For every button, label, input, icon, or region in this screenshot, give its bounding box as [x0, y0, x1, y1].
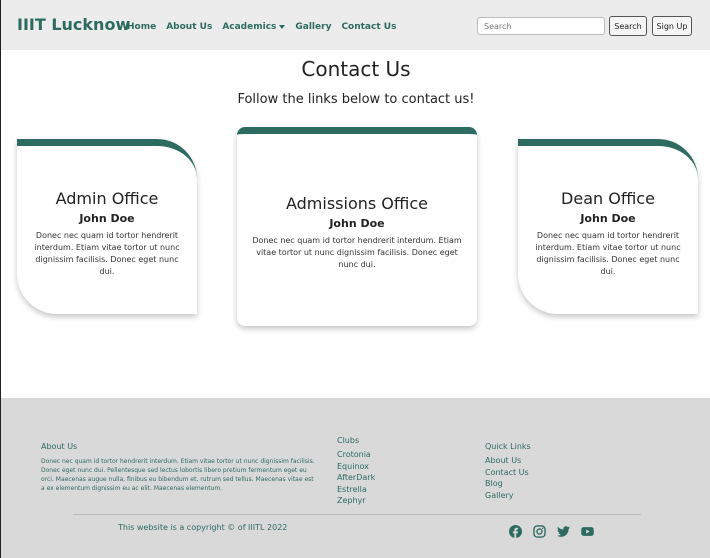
sign-up-button[interactable]: Sign Up: [652, 16, 692, 36]
nav-contact-us[interactable]: Contact Us: [341, 22, 396, 32]
footer-about: About Us Donec nec quam id tortor hendre…: [41, 442, 319, 493]
card-title: Admin Office: [55, 189, 159, 208]
footer-divider: [73, 514, 641, 515]
footer-links-heading: Quick Links: [485, 442, 531, 451]
nav-academics-dropdown[interactable]: Academics: [222, 22, 286, 32]
quick-link[interactable]: Gallery: [485, 490, 531, 502]
footer-clubs-heading: Clubs: [337, 436, 360, 445]
footer-quick-links: Quick Links About Us Contact Us Blog Gal…: [485, 442, 531, 501]
footer-clubs-list: Crotonia Equinox AfterDark Estrella Zeph…: [337, 449, 375, 507]
search-button[interactable]: Search: [609, 16, 647, 36]
nav-home[interactable]: Home: [127, 22, 156, 32]
page-title: Contact Us: [301, 57, 411, 81]
card-title: Dean Office: [561, 189, 655, 208]
footer-about-heading: About Us: [41, 442, 78, 451]
club-link[interactable]: Crotonia: [337, 449, 375, 461]
page: IIIT Lucknow Home About Us Academics Gal…: [0, 0, 710, 558]
club-link[interactable]: AfterDark: [337, 472, 375, 484]
card-text: Donec nec quam id tortor hendrerit inter…: [34, 231, 180, 276]
nav-gallery[interactable]: Gallery: [295, 22, 331, 32]
card-name: John Doe: [329, 217, 385, 230]
footer: About Us Donec nec quam id tortor hendre…: [1, 398, 710, 558]
search-input[interactable]: [477, 17, 605, 35]
quick-link[interactable]: Contact Us: [485, 467, 531, 479]
quick-link[interactable]: Blog: [485, 478, 531, 490]
footer-about-text: Donec nec quam id tortor hendrerit inter…: [41, 458, 315, 492]
card-dean-office: Dean Office John Doe Donec nec quam id t…: [518, 139, 698, 314]
card-name: John Doe: [580, 212, 636, 225]
quick-link[interactable]: About Us: [485, 455, 531, 467]
youtube-icon[interactable]: [581, 525, 594, 538]
instagram-icon[interactable]: [533, 525, 546, 538]
twitter-icon[interactable]: [557, 525, 570, 538]
nav-about-us[interactable]: About Us: [166, 22, 212, 32]
page-subtitle: Follow the links below to contact us!: [237, 92, 475, 107]
card-title: Admissions Office: [285, 194, 429, 213]
card-admissions-office: Admissions Office John Doe Donec nec qua…: [237, 127, 477, 326]
nav-academics-label: Academics: [222, 22, 277, 32]
club-link[interactable]: Equinox: [337, 461, 375, 473]
club-link[interactable]: Zephyr: [337, 495, 375, 507]
card-text: Donec nec quam id tortor hendrerit inter…: [252, 236, 462, 269]
card-name: John Doe: [79, 212, 135, 225]
copyright-text: This website is a copyright © of IIITL 2…: [118, 523, 288, 532]
brand-logo[interactable]: IIIT Lucknow: [17, 15, 130, 34]
social-links: [509, 525, 594, 538]
footer-clubs: Clubs Crotonia Equinox AfterDark Estrell…: [337, 436, 375, 507]
card-text: Donec nec quam id tortor hendrerit inter…: [535, 231, 681, 276]
nav-links: Home About Us Academics Gallery Contact …: [127, 22, 396, 32]
footer-links-list: About Us Contact Us Blog Gallery: [485, 455, 531, 501]
facebook-icon[interactable]: [509, 525, 522, 538]
navbar: IIIT Lucknow Home About Us Academics Gal…: [1, 0, 710, 50]
club-link[interactable]: Estrella: [337, 484, 375, 496]
chevron-down-icon: [279, 24, 286, 29]
card-admin-office: Admin Office John Doe Donec nec quam id …: [17, 139, 197, 314]
